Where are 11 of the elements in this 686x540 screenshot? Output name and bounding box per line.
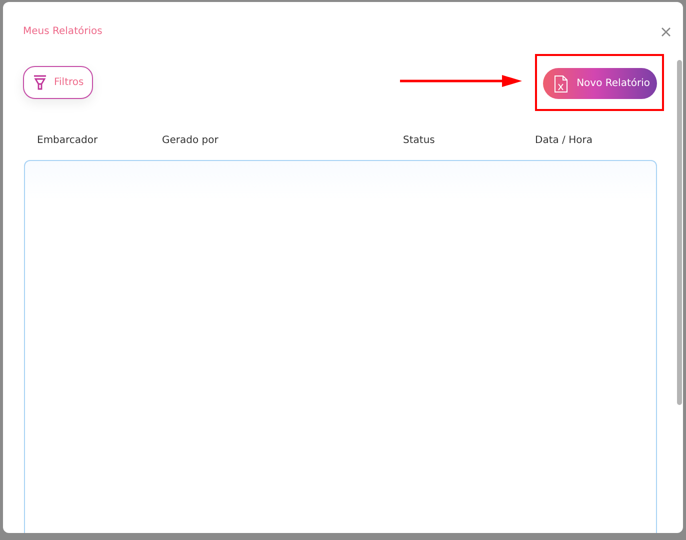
spreadsheet-file-icon (554, 74, 568, 92)
filter-button[interactable]: Filtros (23, 66, 93, 99)
new-report-button[interactable]: Novo Relatório (542, 68, 657, 99)
column-header: Embarcador (37, 135, 99, 146)
dialog-title: Meus Relatórios (23, 26, 102, 37)
column-header: Data / Hora (535, 135, 592, 146)
column-header: Status (403, 135, 436, 146)
funnel-icon (33, 75, 47, 90)
close-icon[interactable] (661, 26, 671, 36)
column-header: Gerado por (162, 135, 220, 146)
scrollbar[interactable] (677, 60, 682, 405)
